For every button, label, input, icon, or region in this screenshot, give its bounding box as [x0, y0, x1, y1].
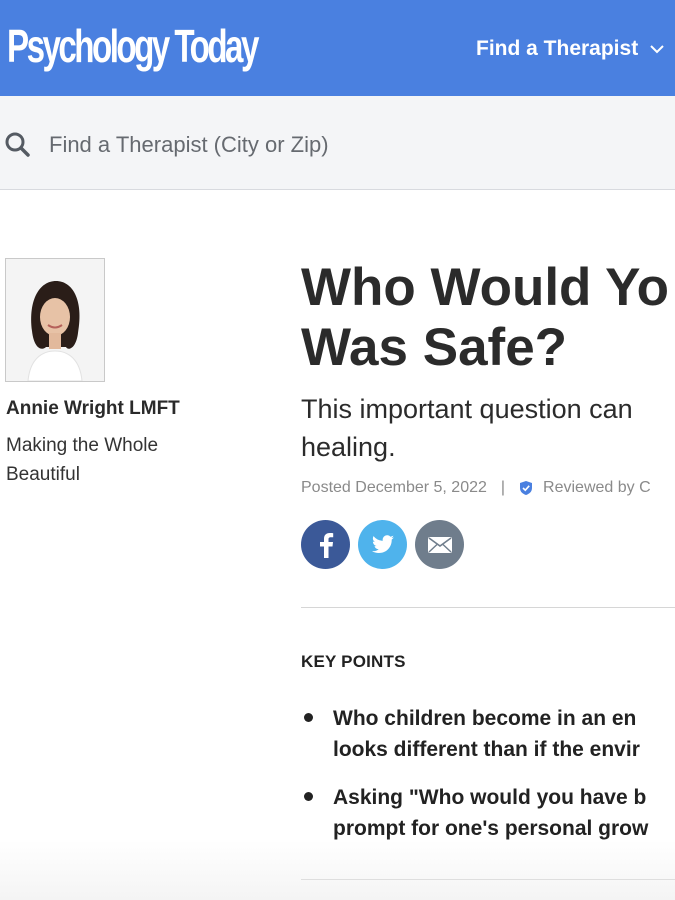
search-icon[interactable]: [5, 132, 31, 158]
email-icon: [427, 536, 452, 553]
author-avatar[interactable]: [5, 258, 105, 382]
section-divider: [301, 879, 675, 880]
search-input[interactable]: [40, 126, 669, 164]
section-divider: [301, 607, 675, 608]
bottom-fade: [0, 840, 675, 900]
article-title-line-2: Was Safe?: [301, 318, 568, 377]
chevron-down-icon: [650, 45, 664, 54]
verified-shield-icon: [519, 480, 533, 496]
reviewed-by[interactable]: Reviewed by C: [543, 479, 651, 497]
twitter-icon: [371, 534, 394, 553]
key-point-line: Asking "Who would you have b: [333, 786, 647, 809]
facebook-share-button[interactable]: [301, 520, 350, 569]
article-subtitle: This important question can healing.: [301, 394, 633, 462]
article-title-line-1: Who Would Yo: [301, 258, 669, 317]
bullet-icon: [304, 792, 313, 801]
key-point-line: prompt for one's personal grow: [333, 817, 649, 840]
meta-separator: |: [500, 479, 506, 496]
find-therapist-menu-label: Find a Therapist: [476, 37, 639, 60]
bullet-icon: [304, 713, 313, 722]
key-point-line: Who children become in an en: [333, 707, 637, 730]
twitter-share-button[interactable]: [358, 520, 407, 569]
key-point-line: looks different than if the envir: [333, 738, 640, 761]
posted-date: Posted December 5, 2022: [301, 479, 487, 496]
site-logo[interactable]: Psychology Today: [7, 18, 259, 74]
author-photo: [6, 259, 104, 381]
author-name[interactable]: Annie Wright LMFT: [6, 398, 180, 420]
email-share-button[interactable]: [415, 520, 464, 569]
key-points-heading: KEY POINTS: [301, 652, 406, 671]
facebook-icon: [319, 532, 333, 558]
site-header: Psychology Today Find a Therapist: [0, 0, 675, 96]
article-meta: Posted December 5, 2022 | Reviewed by C: [301, 478, 651, 498]
find-therapist-menu[interactable]: Find a Therapist: [476, 35, 664, 63]
author-tagline: Making the Whole Beautiful: [6, 435, 159, 485]
article-title: Who Would Yo Was Safe?: [301, 258, 675, 378]
